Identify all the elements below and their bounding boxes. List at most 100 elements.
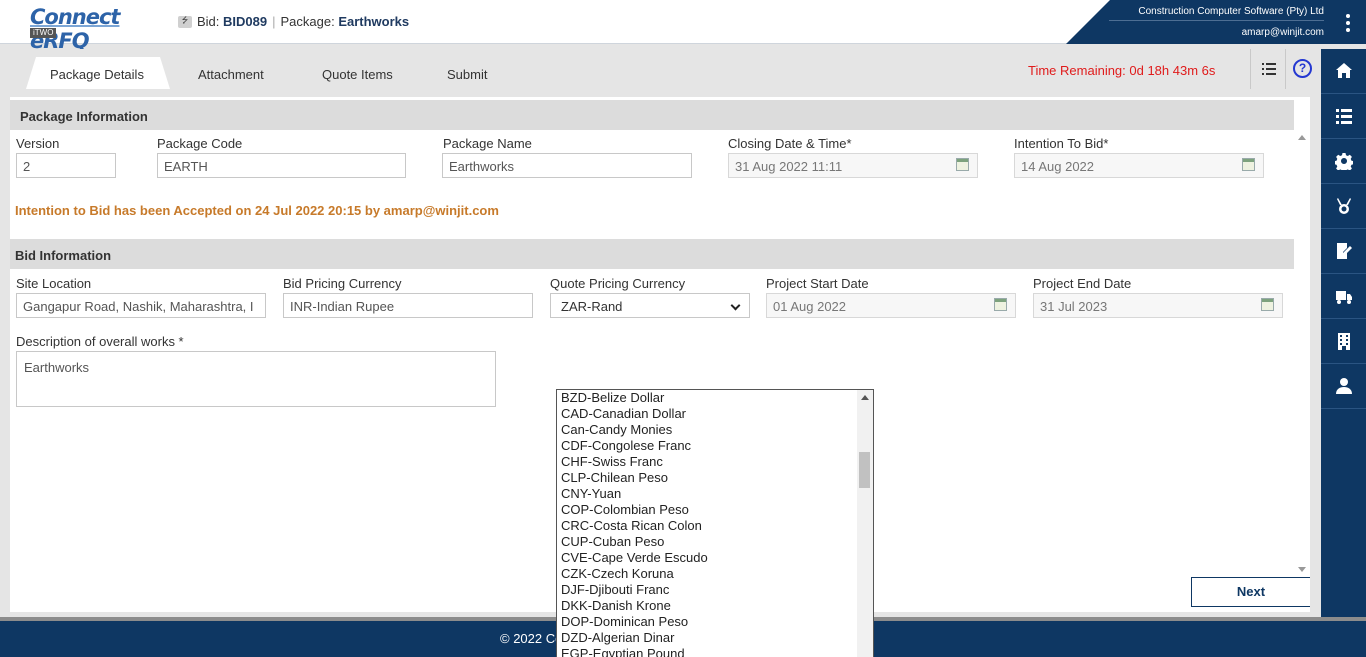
currency-option[interactable]: DZD-Algerian Dinar (557, 630, 857, 646)
project-end-value: 31 Jul 2023 (1040, 299, 1108, 314)
calendar-icon[interactable] (1261, 298, 1274, 311)
chevron-down-icon (730, 300, 741, 311)
scroll-up-arrow-icon[interactable] (861, 395, 869, 400)
currency-option[interactable]: CNY-Yuan (557, 486, 857, 502)
tab-attachment[interactable]: Attachment (198, 67, 264, 82)
bid-label: Bid: (197, 14, 220, 29)
side-navigation (1321, 49, 1366, 619)
project-end-label: Project End Date (1033, 276, 1132, 291)
scroll-down-arrow-icon[interactable] (1298, 567, 1306, 572)
package-name-field[interactable]: Earthworks (442, 153, 692, 178)
help-icon[interactable]: ? (1293, 59, 1312, 78)
nav-profile[interactable] (1321, 364, 1366, 409)
time-remaining: Time Remaining: 0d 18h 43m 6s (1028, 63, 1216, 78)
site-location-field[interactable]: Gangapur Road, Nashik, Maharashtra, I (16, 293, 266, 318)
currency-option[interactable]: BZD-Belize Dollar (557, 390, 857, 406)
nav-home[interactable] (1321, 49, 1366, 94)
closing-date-label: Closing Date & Time* (728, 136, 852, 151)
list-icon[interactable] (1262, 62, 1276, 76)
bid-currency-field[interactable]: INR-Indian Rupee (283, 293, 533, 318)
currency-option[interactable]: CDF-Congolese Franc (557, 438, 857, 454)
currency-option[interactable]: CLP-Chilean Peso (557, 470, 857, 486)
version-field[interactable]: 2 (16, 153, 116, 178)
currency-option[interactable]: CUP-Cuban Peso (557, 534, 857, 550)
nav-delivery[interactable] (1321, 274, 1366, 319)
nav-award[interactable] (1321, 184, 1366, 229)
package-code-field[interactable]: EARTH (157, 153, 406, 178)
intention-to-bid-value: 14 Aug 2022 (1021, 159, 1095, 174)
currency-option[interactable]: DOP-Dominican Peso (557, 614, 857, 630)
currency-option[interactable]: CHF-Swiss Franc (557, 454, 857, 470)
project-end-field[interactable]: 31 Jul 2023 (1033, 293, 1283, 318)
logo-subtext: iTWO (30, 28, 57, 38)
calendar-icon[interactable] (956, 158, 969, 171)
currency-option[interactable]: CAD-Canadian Dollar (557, 406, 857, 422)
tab-submit[interactable]: Submit (447, 67, 487, 82)
quote-currency-dropdown-list[interactable]: BZD-Belize Dollar CAD-Canadian Dollar Can-… (556, 389, 874, 657)
currency-option[interactable]: DJF-Djibouti Franc (557, 582, 857, 598)
currency-options: BZD-Belize Dollar CAD-Canadian Dollar Can-… (557, 390, 857, 657)
intention-to-bid-label: Intention To Bid* (1014, 136, 1109, 151)
tab-quote-items[interactable]: Quote Items (322, 67, 393, 82)
user-email: amarp@winjit.com (1241, 27, 1324, 38)
nav-settings[interactable] (1321, 139, 1366, 184)
calendar-icon[interactable] (994, 298, 1007, 311)
description-textarea[interactable]: Earthworks (16, 351, 496, 407)
nav-sign-document[interactable] (1321, 229, 1366, 274)
currency-option[interactable]: COP-Colombian Peso (557, 502, 857, 518)
nav-company[interactable] (1321, 319, 1366, 364)
more-menu-icon[interactable] (1346, 14, 1350, 32)
scroll-up-arrow-icon[interactable] (1298, 135, 1306, 140)
intention-to-bid-field[interactable]: 14 Aug 2022 (1014, 153, 1264, 178)
currency-option[interactable]: CRC-Costa Rican Colon (557, 518, 857, 534)
intention-accepted-notice: Intention to Bid has been Accepted on 24… (15, 203, 499, 218)
sign-document-icon (1336, 243, 1352, 259)
project-start-value: 01 Aug 2022 (773, 299, 847, 314)
currency-option[interactable]: CZK-Czech Koruna (557, 566, 857, 582)
user-icon (1335, 378, 1352, 394)
quote-currency-select[interactable]: ZAR-Rand (550, 293, 750, 318)
currency-option[interactable]: CVE-Cape Verde Escudo (557, 550, 857, 566)
version-label: Version (16, 136, 60, 151)
app-logo[interactable]: Connect eRFQ iTWO (30, 5, 170, 53)
divider (1250, 49, 1251, 89)
description-label: Description of overall works * (16, 334, 184, 349)
quote-currency-value: ZAR-Rand (561, 299, 623, 314)
project-start-field[interactable]: 01 Aug 2022 (766, 293, 1016, 318)
list-icon (1335, 109, 1352, 124)
company-name: Construction Computer Software (Pty) Ltd (1138, 6, 1324, 17)
section-heading-package-information: Package Information (10, 100, 1294, 130)
tab-label: Package Details (50, 67, 144, 82)
dropdown-scrollbar[interactable] (857, 390, 873, 657)
package-label: Package: (280, 14, 335, 29)
package-value: Earthworks (338, 14, 410, 29)
content-scrollbar[interactable] (1295, 131, 1310, 576)
nav-list[interactable] (1321, 94, 1366, 139)
currency-option[interactable]: DKK-Danish Krone (557, 598, 857, 614)
home-icon (1335, 63, 1352, 78)
pin-icon[interactable]: ⭍ (178, 15, 192, 28)
bid-value: BID089 (223, 14, 268, 29)
bid-breadcrumb: ⭍ Bid: BID089 | Package: Earthworks (178, 14, 409, 29)
app-header: Connect eRFQ iTWO ⭍ Bid: BID089 | Packag… (0, 0, 1366, 53)
next-button[interactable]: Next (1191, 577, 1310, 607)
tab-bar: Package Details Attachment Quote Items S… (0, 49, 1321, 89)
bid-currency-label: Bid Pricing Currency (283, 276, 402, 291)
award-icon (1336, 198, 1351, 214)
site-location-label: Site Location (16, 276, 92, 291)
closing-date-value: 31 Aug 2022 11:11 (735, 159, 843, 174)
tab-package-details[interactable]: Package Details (26, 57, 170, 89)
company-panel: Construction Computer Software (Pty) Ltd… (1066, 0, 1366, 44)
scrollbar-thumb[interactable] (859, 452, 870, 488)
calendar-icon[interactable] (1242, 158, 1255, 171)
copyright-text: © 2022 Co (500, 631, 563, 646)
divider (1285, 49, 1286, 89)
breadcrumb-separator: | (272, 14, 276, 29)
currency-option[interactable]: EGP-Egyptian Pound (557, 646, 857, 657)
building-icon (1337, 333, 1350, 350)
truck-icon (1335, 291, 1352, 304)
package-code-label: Package Code (157, 136, 243, 151)
currency-option[interactable]: Can-Candy Monies (557, 422, 857, 438)
gear-icon (1334, 153, 1353, 170)
closing-date-field[interactable]: 31 Aug 2022 11:11 (728, 153, 978, 178)
